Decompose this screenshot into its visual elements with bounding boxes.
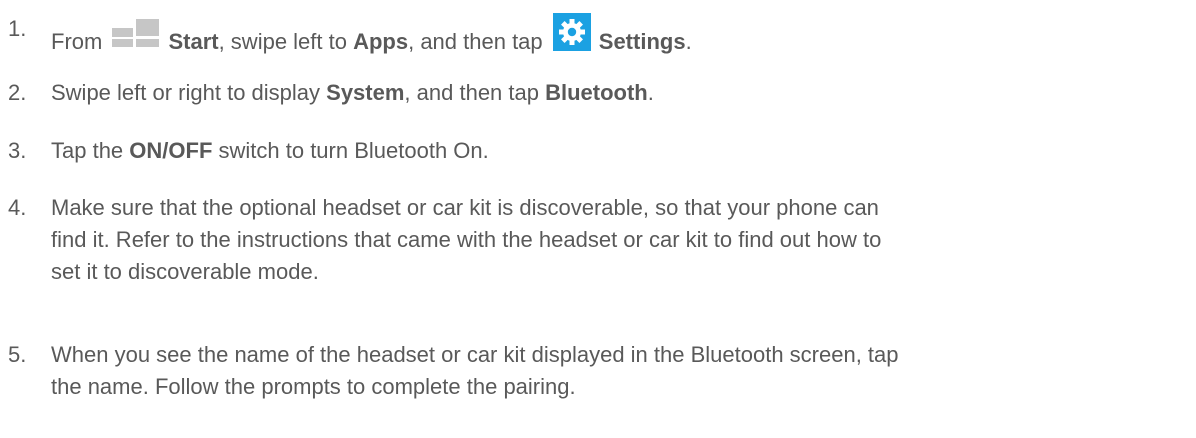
list-item-step-4: 4. Make sure that the optional headset o… — [8, 192, 1168, 288]
step-text: Make sure that the optional headset or c… — [51, 195, 882, 284]
on-off-label: ON/OFF — [129, 138, 213, 163]
list-item-step-2: 2. Swipe left or right to display System… — [8, 77, 1168, 109]
system-label: System — [326, 80, 405, 105]
step-text: From Start, swipe left to Apps, and then… — [51, 13, 1168, 58]
list-item-step-5: 5. When you see the name of the headset … — [8, 339, 1168, 403]
step-number: 4. — [8, 195, 27, 220]
bluetooth-label: Bluetooth — [545, 80, 648, 105]
settings-label: Settings — [598, 29, 686, 54]
step-number: 1. — [8, 16, 27, 41]
step-text: Tap the ON/OFF switch to turn Bluetooth … — [51, 138, 489, 163]
settings-gear-icon — [552, 13, 591, 51]
list-item-step-1: 1. From Start, swipe left to Apps, and t… — [8, 13, 1168, 58]
step-text: When you see the name of the headset or … — [51, 342, 899, 399]
step-number: 5. — [8, 342, 27, 367]
windows-start-icon — [112, 19, 160, 47]
step-number: 3. — [8, 138, 27, 163]
step-number: 2. — [8, 80, 27, 105]
step-text: Swipe left or right to display System, a… — [51, 80, 654, 105]
list-item-step-3: 3. Tap the ON/OFF switch to turn Bluetoo… — [8, 135, 1168, 167]
apps-label: Apps — [353, 29, 409, 54]
start-label: Start — [168, 29, 219, 54]
